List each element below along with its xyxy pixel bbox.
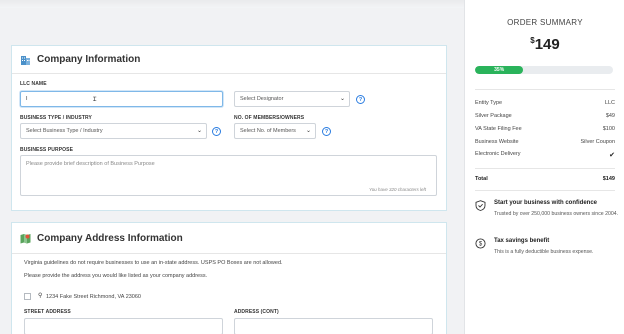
card-divider (12, 253, 446, 254)
use-address-checkbox[interactable] (24, 293, 31, 300)
chevron-down-icon: ⌄ (339, 96, 345, 103)
address-cont-label: ADDRESS (CONT) (234, 309, 279, 315)
character-counter: You have 320 characters left (368, 187, 426, 192)
svg-text:$: $ (479, 242, 483, 248)
order-summary-sidebar: ORDER SUMMARY $149 35% Entity Type LLC Si… (464, 0, 624, 334)
street-address-label: STREET ADDRESS (24, 309, 71, 315)
chevron-down-icon: ⌄ (196, 128, 202, 135)
summary-row-entity-type: Entity Type LLC (475, 100, 615, 106)
progress-bar: 35% (475, 66, 613, 74)
company-address-heading: Company Address Information (20, 233, 183, 244)
members-select[interactable]: Select No. of Members ⌄ (234, 123, 316, 139)
shield-icon (475, 200, 486, 211)
suggested-address[interactable]: 1234 Fake Street Richmond, VA 23060 (46, 294, 141, 300)
map-icon (20, 234, 31, 244)
summary-divider (475, 168, 615, 169)
company-information-heading: Company Information (20, 54, 140, 65)
company-address-card: Company Address Information Virginia gui… (11, 222, 447, 334)
location-pin-icon: ⚲ (38, 293, 43, 299)
order-price: $149 (530, 36, 560, 53)
business-purpose-label: BUSINESS PURPOSE (20, 147, 74, 153)
coin-icon: $ (475, 238, 486, 249)
address-instruction-text: Please provide the address you would lik… (24, 273, 208, 279)
question-icon[interactable]: ? (356, 95, 365, 104)
summary-row-electronic-delivery: Electronic Delivery ✔ (475, 151, 615, 159)
question-icon[interactable]: ? (212, 127, 221, 136)
summary-row-state-fee: VA State Filing Fee $100 (475, 126, 615, 132)
chevron-down-icon: ⌄ (305, 128, 311, 135)
designator-select[interactable]: Select Designator ⌄ (234, 91, 350, 107)
address-cont-input[interactable] (234, 318, 433, 334)
business-purpose-textarea[interactable]: Please provide brief description of Busi… (20, 155, 437, 196)
summary-row-silver-package: Silver Package $49 (475, 113, 615, 119)
llc-name-value: I (26, 96, 28, 102)
members-label: NO. OF MEMBERS/OWNERS (234, 115, 305, 121)
progress-fill: 35% (475, 66, 524, 74)
company-information-card: Company Information LLC NAME I Ɪ Select … (11, 45, 447, 211)
llc-name-input[interactable]: I Ɪ (20, 91, 223, 107)
building-icon (21, 56, 30, 65)
business-type-select[interactable]: Select Business Type / Industry ⌄ (20, 123, 207, 139)
card-divider (12, 73, 446, 74)
order-summary-title: ORDER SUMMARY (507, 18, 583, 27)
text-cursor-icon: Ɪ (93, 97, 97, 103)
address-guideline-text: Virginia guidelines do not require busin… (24, 260, 283, 266)
summary-divider (475, 190, 615, 191)
business-type-label: BUSINESS TYPE / INDUSTRY (20, 115, 92, 121)
summary-divider (475, 89, 615, 90)
summary-row-total: Total $149 (475, 176, 615, 182)
question-icon[interactable]: ? (322, 127, 331, 136)
checkmark-icon: ✔ (609, 152, 615, 159)
llc-name-label: LLC NAME (20, 81, 47, 87)
summary-row-business-website: Business Website Silver Coupon (475, 139, 615, 145)
street-address-input[interactable] (24, 318, 223, 334)
